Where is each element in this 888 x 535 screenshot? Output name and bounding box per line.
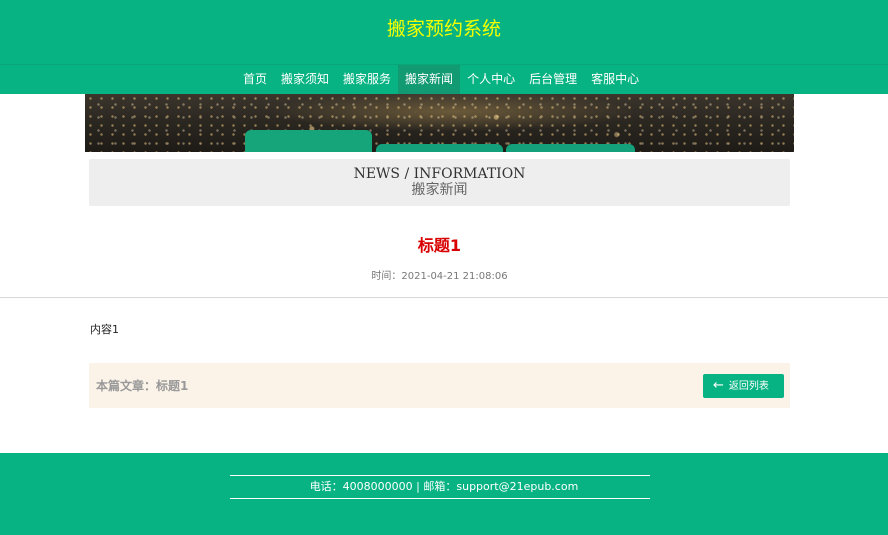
nav-item-personal-center[interactable]: 个人中心	[460, 65, 522, 94]
article-time: 时间：2021-04-21 21:08:06	[371, 271, 508, 282]
nav-item-admin[interactable]: 后台管理	[522, 65, 584, 94]
banner-tab	[376, 144, 503, 152]
article-title: 标题1	[417, 236, 462, 255]
site-title: 搬家预约系统	[386, 18, 501, 40]
main-nav: 首页 搬家须知 搬家服务 搬家新闻 个人中心 后台管理 客服中心	[0, 64, 888, 94]
back-to-list-label: 返回列表	[728, 381, 769, 392]
divider	[0, 297, 888, 298]
section-heading-cn: 搬家新闻	[411, 182, 468, 198]
nav-item-home[interactable]: 首页	[236, 65, 274, 94]
nav-item-moving-service[interactable]: 搬家服务	[336, 65, 398, 94]
section-heading: NEWS / INFORMATION 搬家新闻	[89, 159, 790, 206]
back-to-list-button[interactable]: ← 返回列表	[703, 374, 784, 398]
banner-tab	[506, 144, 635, 152]
section-heading-en: NEWS / INFORMATION	[353, 166, 526, 182]
footer-divider	[230, 475, 650, 476]
arrow-left-icon: ←	[713, 378, 724, 393]
article-nav-bar: 本篇文章：标题1 ← 返回列表	[89, 363, 790, 408]
banner-tab	[245, 130, 372, 152]
footer-contact: 电话：4008000000 | 邮箱：support@21epub.com	[309, 480, 579, 493]
article-body: 内容1	[90, 323, 119, 336]
site-header: 搬家预约系统	[0, 0, 888, 64]
banner-image	[85, 94, 794, 152]
nav-items: 首页 搬家须知 搬家服务 搬家新闻 个人中心 后台管理 客服中心	[236, 65, 646, 94]
current-article-label: 本篇文章：标题1	[96, 379, 189, 393]
footer-divider	[230, 498, 650, 499]
nav-item-moving-notice[interactable]: 搬家须知	[274, 65, 336, 94]
nav-item-customer-service[interactable]: 客服中心	[584, 65, 646, 94]
site-footer: 电话：4008000000 | 邮箱：support@21epub.com	[0, 453, 888, 535]
nav-item-moving-news[interactable]: 搬家新闻	[398, 65, 461, 94]
